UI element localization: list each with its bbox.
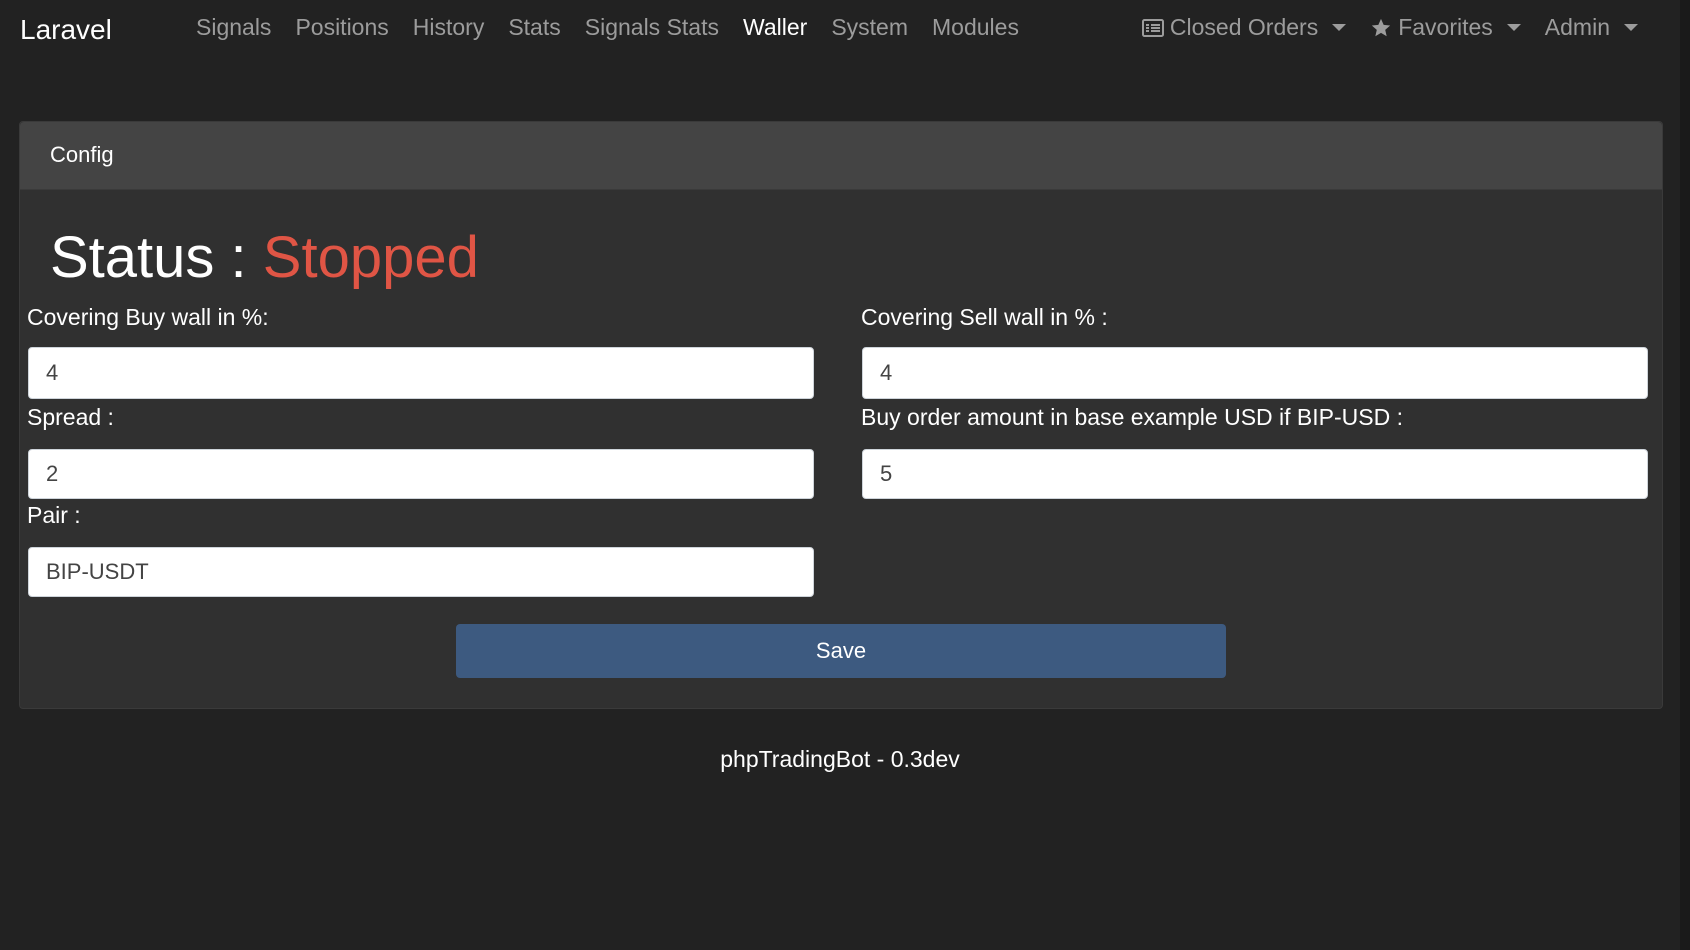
buy-amount-input[interactable] — [862, 449, 1648, 499]
status-value: Stopped — [262, 225, 479, 290]
config-card: Config Status : Stopped Covering Buy wal… — [19, 121, 1663, 709]
chevron-down-icon — [1332, 24, 1347, 31]
navbar: Laravel Signals Positions History Stats … — [0, 0, 1690, 60]
buy-wall-label: Covering Buy wall in %: — [27, 304, 269, 330]
brand-link[interactable]: Laravel — [20, 14, 112, 46]
nav-link-stats[interactable]: Stats — [496, 14, 572, 41]
scrollbar[interactable] — [1680, 0, 1690, 950]
nav-link-signals-stats[interactable]: Signals Stats — [573, 14, 731, 41]
buy-amount-label: Buy order amount in base example USD if … — [861, 404, 1404, 430]
status-label: Status : — [50, 225, 247, 290]
nav-links: Signals Positions History Stats Signals … — [184, 14, 1031, 41]
sell-wall-input[interactable] — [862, 347, 1648, 399]
nav-link-signals[interactable]: Signals — [184, 14, 283, 41]
pair-label: Pair : — [27, 502, 81, 528]
admin-label: Admin — [1544, 14, 1610, 40]
nav-link-modules[interactable]: Modules — [920, 14, 1031, 41]
admin-dropdown[interactable]: Admin — [1533, 14, 1650, 41]
star-icon — [1370, 17, 1392, 39]
chevron-down-icon — [1624, 24, 1638, 31]
status-heading: Status : Stopped — [50, 224, 479, 291]
favorites-label: Favorites — [1398, 14, 1493, 40]
nav-right: Closed Orders Favorites Admin — [1130, 14, 1650, 41]
nav-link-system[interactable]: System — [819, 14, 920, 41]
chevron-down-icon — [1506, 24, 1521, 31]
buy-wall-input[interactable] — [28, 347, 814, 399]
list-icon — [1141, 18, 1164, 37]
nav-link-history[interactable]: History — [401, 14, 497, 41]
closed-orders-dropdown[interactable]: Closed Orders — [1130, 14, 1358, 41]
spread-label: Spread : — [27, 404, 114, 430]
nav-link-positions[interactable]: Positions — [283, 14, 400, 41]
sell-wall-label: Covering Sell wall in % : — [861, 304, 1108, 330]
closed-orders-label: Closed Orders — [1169, 14, 1319, 40]
save-button[interactable]: Save — [456, 624, 1226, 678]
nav-link-waller[interactable]: Waller — [731, 14, 819, 41]
footer-text: phpTradingBot - 0.3dev — [720, 746, 960, 772]
pair-input[interactable] — [28, 547, 814, 597]
favorites-dropdown[interactable]: Favorites — [1358, 14, 1533, 41]
card-header: Config — [20, 122, 1662, 190]
spread-input[interactable] — [28, 449, 814, 499]
